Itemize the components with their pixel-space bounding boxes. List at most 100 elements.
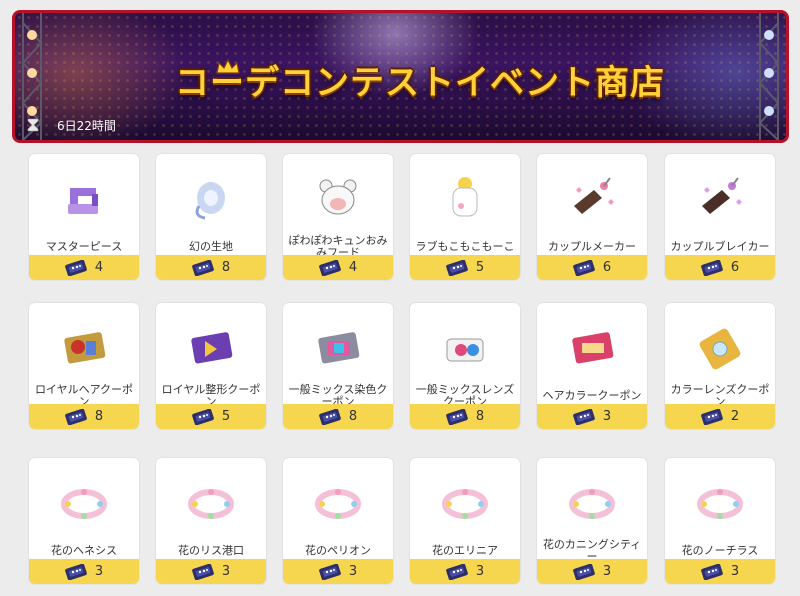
shop-item-card[interactable]: 花のエリニア 3 [410,458,520,584]
couple-maker-icon [574,177,614,214]
item-icon-wrap [283,474,393,534]
item-price-bar: 2 [665,404,775,429]
flower-wreath-icon [697,489,743,519]
sheep-outfit-icon [452,177,478,217]
shop-item-card[interactable]: マスターピース 4 [29,154,139,280]
item-icon-wrap [283,319,393,379]
shop-item-card[interactable]: ロイヤルヘアクーポン 8 [29,303,139,429]
ticket-icon [192,563,214,580]
item-price-bar: 8 [283,404,393,429]
color-lens-coupon-icon [699,328,741,370]
flower-wreath-icon [315,489,361,519]
item-price-bar: 3 [410,559,520,584]
ticket-icon [701,259,723,276]
item-price: 3 [602,409,612,424]
item-icon-wrap [29,170,139,230]
ticket-icon [446,563,468,580]
item-icon-wrap [29,319,139,379]
shop-item-card[interactable]: カップルブレイカー 6 [665,154,775,280]
royal-face-coupon-icon [191,332,233,364]
item-icon-wrap [665,319,775,379]
stage-truss-right-icon [758,13,780,140]
shop-item-card[interactable]: 一般ミックス染色クーポン 8 [283,303,393,429]
item-price-bar: 6 [537,255,647,280]
item-icon-wrap [156,474,266,534]
item-icon-wrap [410,474,520,534]
ticket-icon [446,259,468,276]
item-price-bar: 3 [665,559,775,584]
shop-item-card[interactable]: 花のペリオン 3 [283,458,393,584]
ticket-icon [319,563,341,580]
item-price-bar: 8 [156,255,266,280]
item-price-bar: 3 [537,559,647,584]
item-price-bar: 3 [283,559,393,584]
item-icon-wrap [537,170,647,230]
ticket-icon [446,408,468,425]
item-icon-wrap [537,474,647,534]
flower-wreath-icon [188,489,234,519]
flower-wreath-icon [61,489,107,519]
item-price-bar: 4 [283,255,393,280]
bear-hood-icon [319,179,357,215]
ticket-icon [701,408,723,425]
shop-item-card[interactable]: ラブもこもこもーこ 5 [410,154,520,280]
sewing-machine-icon [68,188,98,214]
shop-item-card[interactable]: 花のカニングシティー 3 [537,458,647,584]
item-price-bar: 3 [29,559,139,584]
fabric-roll-icon [195,182,225,220]
mix-lens-coupon-icon [446,338,484,362]
item-price-bar: 3 [537,404,647,429]
item-price: 3 [475,564,485,579]
shop-item-card[interactable]: カラーレンズクーポン 2 [665,303,775,429]
item-icon-wrap [29,474,139,534]
ticket-icon [573,563,595,580]
event-timer: 6日22時間 [27,116,116,134]
item-icon-wrap [156,319,266,379]
shop-item-card[interactable]: ヘアカラークーポン 3 [537,303,647,429]
event-banner: コーデコンテストイベント商店 6日22時間 [12,10,789,143]
shop-item-card[interactable]: 幻の生地 8 [156,154,266,280]
item-price-bar: 3 [156,559,266,584]
item-price: 3 [730,564,740,579]
item-price: 4 [348,260,358,275]
royal-hair-coupon-icon [64,332,106,364]
hair-color-coupon-icon [572,332,614,364]
shop-item-card[interactable]: 花のヘネシス 3 [29,458,139,584]
item-icon-wrap [410,319,520,379]
item-price-bar: 8 [29,404,139,429]
item-icon-wrap [283,170,393,230]
item-price-bar: 6 [665,255,775,280]
ticket-icon [319,408,341,425]
item-icon-wrap [156,170,266,230]
hourglass-icon [27,118,39,132]
ticket-icon [573,259,595,276]
item-price-bar: 8 [410,404,520,429]
timer-text: 6日22時間 [57,118,116,133]
flower-wreath-icon [569,489,615,519]
shop-item-card[interactable]: ぽわぽわキュンおみみフード 4 [283,154,393,280]
ticket-icon [573,408,595,425]
shop-item-card[interactable]: ロイヤル整形クーポン 5 [156,303,266,429]
shop-item-card[interactable]: 花のリス港口 3 [156,458,266,584]
ticket-icon [65,563,87,580]
mix-dye-coupon-icon [318,332,360,364]
ticket-icon [65,408,87,425]
item-price: 8 [475,409,485,424]
item-price: 6 [730,260,740,275]
item-price-bar: 5 [410,255,520,280]
item-icon-wrap [537,319,647,379]
item-price: 8 [348,409,358,424]
ticket-icon [701,563,723,580]
item-price-bar: 4 [29,255,139,280]
shop-item-card[interactable]: 花のノーチラス 3 [665,458,775,584]
shop-item-card[interactable]: カップルメーカー 6 [537,154,647,280]
item-price: 3 [221,564,231,579]
ticket-icon [192,259,214,276]
item-price: 5 [475,260,485,275]
ticket-icon [65,259,87,276]
shop-item-card[interactable]: 一般ミックスレンズクーポン 8 [410,303,520,429]
item-price: 2 [730,409,740,424]
shop-item-grid: マスターピース 4 幻の生地 8 ぽわぽわキュンおみみフード 4 ラブもこもこも… [29,154,789,596]
item-price: 8 [221,260,231,275]
item-price: 5 [221,409,231,424]
